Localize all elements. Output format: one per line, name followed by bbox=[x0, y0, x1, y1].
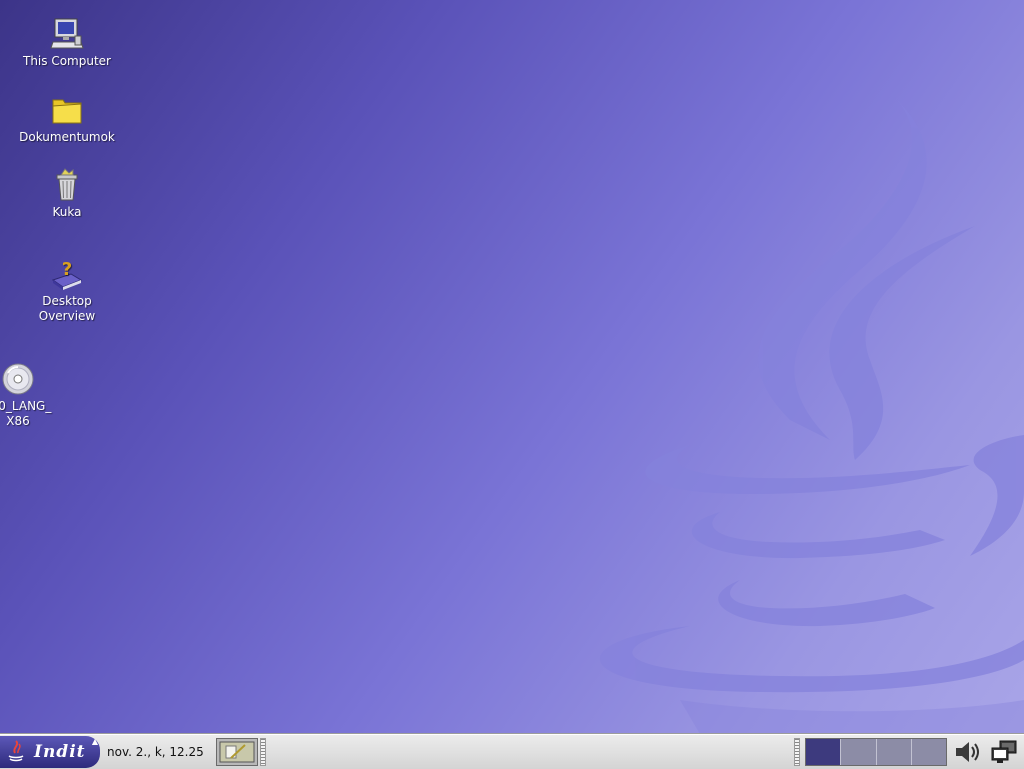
workspace-1[interactable] bbox=[806, 739, 842, 765]
volume-icon[interactable] bbox=[953, 739, 981, 765]
trash-icon bbox=[56, 168, 78, 201]
desktop-icon-cdrom[interactable]: _10_LANG_ X86 bbox=[0, 361, 73, 429]
workspace-switcher[interactable] bbox=[805, 738, 947, 766]
svg-text:?: ? bbox=[62, 259, 72, 280]
desktop-icon-kuka[interactable]: Kuka bbox=[12, 167, 122, 220]
help-book-icon: ? bbox=[51, 259, 83, 290]
panel-drag-handle[interactable] bbox=[794, 738, 800, 766]
taskbar: Indit ▲ nov. 2., k, 12.25 bbox=[0, 734, 1024, 769]
desktop-icon-label: _10_LANG_ X86 bbox=[0, 399, 52, 428]
desktop-icon-label: This Computer bbox=[23, 54, 111, 68]
taskbar-clock[interactable]: nov. 2., k, 12.25 bbox=[107, 745, 204, 759]
java-logo-icon bbox=[8, 740, 24, 762]
desktop-icon-label: Desktop Overview bbox=[38, 294, 96, 323]
start-menu-label: Indit bbox=[34, 742, 86, 762]
desktop-icon-dokumentumok[interactable]: Dokumentumok bbox=[12, 92, 122, 145]
workspace-4[interactable] bbox=[911, 739, 946, 765]
desktop-icon-this-computer[interactable]: This Computer bbox=[12, 16, 122, 69]
desktop-icon-desktop-overview[interactable]: ? Desktop Overview bbox=[12, 256, 122, 324]
show-desktop-button[interactable] bbox=[216, 738, 258, 766]
desktop-icon-label: Dokumentumok bbox=[19, 130, 115, 144]
desktop-icon-label: Kuka bbox=[52, 205, 82, 219]
cdrom-icon bbox=[2, 363, 34, 395]
start-menu-arrow-icon: ▲ bbox=[91, 736, 98, 746]
start-menu-button[interactable]: Indit ▲ bbox=[0, 736, 100, 768]
wallpaper-java-logo bbox=[599, 98, 1024, 734]
folder-icon bbox=[52, 99, 82, 124]
workspace-3[interactable] bbox=[876, 739, 912, 765]
network-icon[interactable] bbox=[990, 739, 1018, 765]
computer-icon bbox=[50, 18, 84, 49]
panel-drag-handle[interactable] bbox=[260, 738, 266, 766]
show-desktop-icon bbox=[219, 741, 255, 763]
workspace-2[interactable] bbox=[841, 739, 877, 765]
